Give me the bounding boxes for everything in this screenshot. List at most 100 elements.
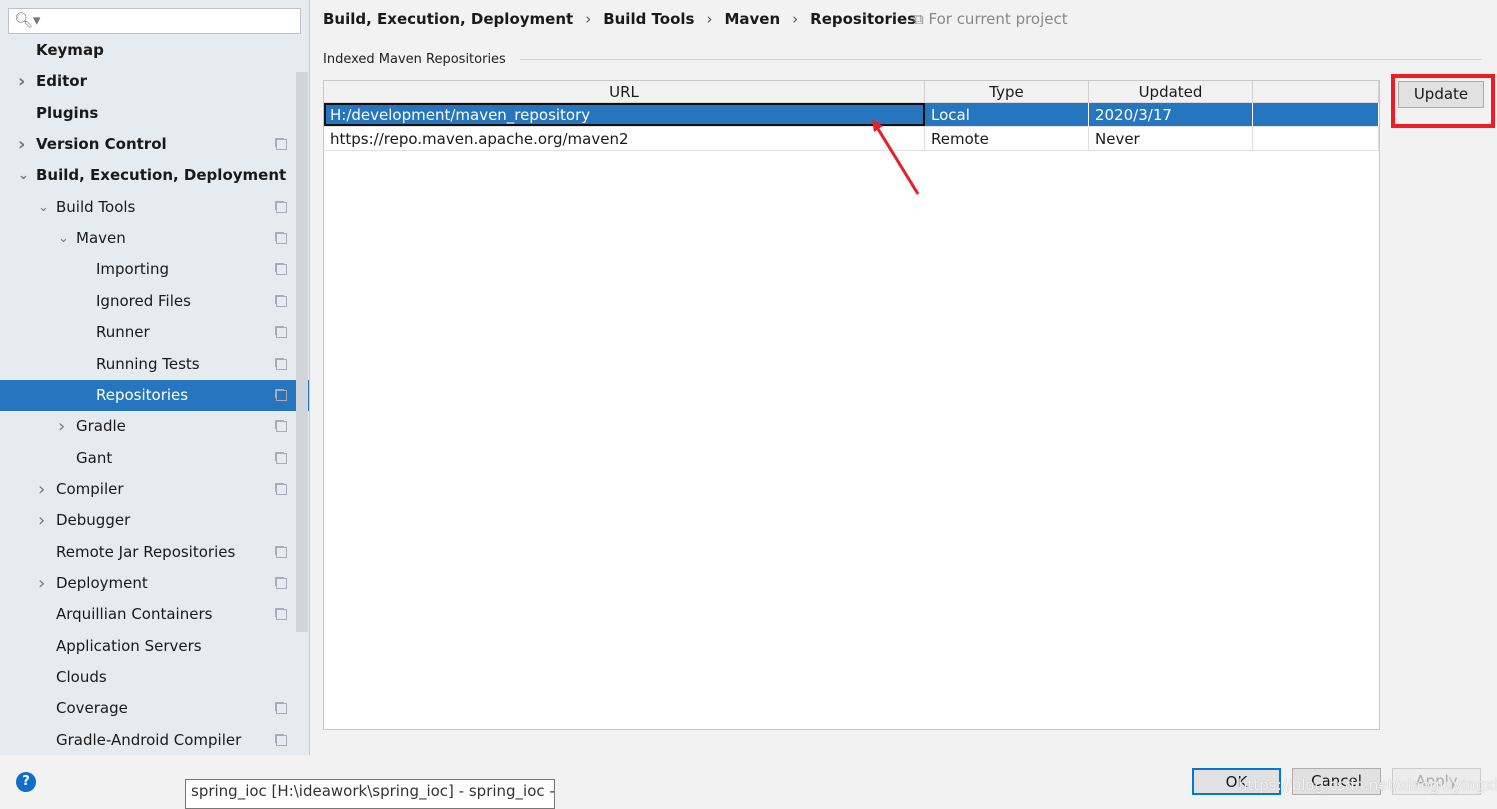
sidebar-item[interactable]: Running Tests bbox=[0, 349, 296, 380]
chevron-right-icon[interactable]: › bbox=[38, 474, 45, 505]
help-icon[interactable]: ? bbox=[16, 772, 36, 792]
sidebar-item-label: Build Tools bbox=[56, 197, 136, 216]
sidebar-item-label: Maven bbox=[76, 229, 126, 248]
sidebar-item-label: Debugger bbox=[56, 511, 131, 530]
project-settings-icon bbox=[276, 295, 287, 307]
copy-icon: ⧉ bbox=[913, 10, 929, 28]
sidebar-item-label: Gradle-Android Compiler bbox=[56, 730, 242, 749]
sidebar-item-label: Keymap bbox=[36, 41, 104, 59]
cell-updated[interactable]: Never bbox=[1089, 127, 1253, 150]
sidebar-item-label: Deployment bbox=[56, 573, 148, 592]
chevron-right-icon[interactable]: › bbox=[58, 411, 65, 442]
sidebar-item-label: Application Servers bbox=[56, 636, 202, 655]
chevron-right-icon[interactable]: › bbox=[18, 129, 25, 160]
sidebar-item-label: Repositories bbox=[96, 385, 189, 404]
chevron-right-icon[interactable]: › bbox=[38, 568, 45, 599]
sidebar-item[interactable]: › Deployment bbox=[0, 568, 296, 599]
sidebar-item[interactable]: Runner bbox=[0, 317, 296, 348]
watermark: https://blog.csdn.net/xiaoguiyingxia bbox=[1238, 776, 1497, 794]
project-settings-icon bbox=[276, 734, 287, 746]
scope-text: For current project bbox=[928, 10, 1068, 28]
sidebar-item[interactable]: Gant bbox=[0, 443, 296, 474]
sidebar-item-label: Arquillian Containers bbox=[56, 605, 213, 624]
cell-url[interactable]: https://repo.maven.apache.org/maven2 bbox=[324, 127, 925, 150]
sidebar-item[interactable]: › Version Control bbox=[0, 129, 296, 160]
chevron-down-icon[interactable]: ⌄ bbox=[38, 192, 49, 223]
project-settings-icon bbox=[276, 577, 287, 589]
breadcrumb-item[interactable]: Build Tools bbox=[603, 10, 694, 28]
sidebar-scrollbar[interactable] bbox=[296, 72, 308, 632]
sidebar-item[interactable]: ⌄ Maven bbox=[0, 223, 296, 254]
project-settings-icon bbox=[276, 421, 287, 433]
sidebar-item[interactable]: › Debugger bbox=[0, 505, 296, 536]
breadcrumb-item[interactable]: Maven bbox=[724, 10, 780, 28]
table-header: URL Type Updated bbox=[324, 81, 1379, 103]
cell-empty[interactable] bbox=[1253, 127, 1379, 150]
sidebar-item[interactable]: Application Servers bbox=[0, 631, 296, 662]
table-row[interactable]: https://repo.maven.apache.org/maven2 Rem… bbox=[324, 127, 1379, 151]
sidebar-item[interactable]: Gradle-Android Compiler bbox=[0, 725, 296, 756]
sidebar-item-label: Coverage bbox=[56, 699, 128, 718]
sidebar-item-label: Importing bbox=[96, 260, 169, 279]
settings-search-input[interactable]: 🔍︎▾ bbox=[8, 8, 301, 34]
sidebar-item[interactable]: Importing bbox=[0, 254, 296, 285]
project-settings-icon bbox=[276, 389, 287, 401]
sidebar-item[interactable]: Remote Jar Repositories bbox=[0, 537, 296, 568]
sidebar-item[interactable]: Plugins bbox=[0, 98, 296, 129]
sidebar-item-label: Remote Jar Repositories bbox=[56, 542, 236, 561]
cell-empty[interactable] bbox=[1253, 103, 1379, 126]
sidebar-item[interactable]: Coverage bbox=[0, 693, 296, 724]
project-settings-icon bbox=[276, 703, 287, 715]
project-settings-icon bbox=[276, 546, 287, 558]
breadcrumb-item[interactable]: Build, Execution, Deployment bbox=[323, 10, 573, 28]
sidebar-item[interactable]: › Compiler bbox=[0, 474, 296, 505]
project-settings-icon bbox=[276, 609, 287, 621]
sidebar-item-label: Editor bbox=[36, 72, 87, 91]
chevron-right-icon[interactable]: › bbox=[38, 505, 45, 536]
settings-sidebar: 🔍︎▾ Keymap › Editor Plugins › Version Control… bbox=[0, 0, 310, 755]
tooltip: spring_ioc [H:\ideawork\spring_ioc] - sp… bbox=[185, 779, 555, 809]
column-header-url[interactable]: URL bbox=[324, 81, 925, 102]
chevron-right-icon[interactable]: › bbox=[18, 66, 25, 97]
group-divider bbox=[520, 59, 1482, 60]
annotation-highlight-box bbox=[1391, 74, 1495, 128]
column-header-type[interactable]: Type bbox=[925, 81, 1089, 102]
sidebar-item-label: Gant bbox=[76, 448, 113, 467]
sidebar-item-label: Plugins bbox=[36, 103, 99, 122]
column-header-updated[interactable]: Updated bbox=[1089, 81, 1253, 102]
sidebar-item[interactable]: Arquillian Containers bbox=[0, 599, 296, 630]
cell-type[interactable]: Local bbox=[925, 103, 1089, 126]
project-settings-icon bbox=[276, 233, 287, 245]
annotation-arrow bbox=[872, 119, 920, 195]
project-settings-icon bbox=[276, 201, 287, 213]
breadcrumb-item: Repositories bbox=[810, 10, 917, 28]
column-header-empty bbox=[1253, 81, 1379, 102]
sidebar-item-label: Clouds bbox=[56, 668, 107, 686]
chevron-down-icon[interactable]: ⌄ bbox=[18, 160, 29, 191]
sidebar-item-label: Compiler bbox=[56, 479, 124, 498]
table-row[interactable]: H:/development/maven_repository Local 20… bbox=[324, 103, 1379, 127]
sidebar-item[interactable]: › Gradle bbox=[0, 411, 296, 442]
sidebar-item[interactable]: Ignored Files bbox=[0, 286, 296, 317]
sidebar-item-label: Gradle bbox=[76, 417, 126, 436]
cell-updated[interactable]: 2020/3/17 bbox=[1089, 103, 1253, 126]
sidebar-item-label: Runner bbox=[96, 323, 150, 342]
sidebar-item[interactable]: Clouds bbox=[0, 662, 296, 693]
sidebar-item-label: Build, Execution, Deployment bbox=[36, 166, 287, 185]
repositories-table: URL Type Updated H:/development/maven_re… bbox=[323, 80, 1380, 730]
sidebar-item-label: Running Tests bbox=[96, 354, 200, 373]
project-settings-icon bbox=[276, 264, 287, 276]
sidebar-item[interactable]: ⌄ Build Tools bbox=[0, 192, 296, 223]
chevron-down-icon[interactable]: ⌄ bbox=[58, 223, 69, 254]
sidebar-item[interactable]: ⌄ Build, Execution, Deployment bbox=[0, 160, 296, 191]
sidebar-item-label: Version Control bbox=[36, 135, 167, 154]
sidebar-item[interactable]: Repositories bbox=[0, 379, 309, 411]
cell-type[interactable]: Remote bbox=[925, 127, 1089, 150]
sidebar-item[interactable]: › Editor bbox=[0, 66, 296, 97]
sidebar-item[interactable]: Keymap bbox=[0, 35, 296, 66]
group-title: Indexed Maven Repositories bbox=[323, 52, 506, 67]
project-settings-icon bbox=[276, 483, 287, 495]
cell-url[interactable]: H:/development/maven_repository bbox=[324, 103, 925, 126]
project-settings-icon bbox=[276, 139, 287, 151]
chevron-right-icon: › bbox=[792, 10, 799, 28]
